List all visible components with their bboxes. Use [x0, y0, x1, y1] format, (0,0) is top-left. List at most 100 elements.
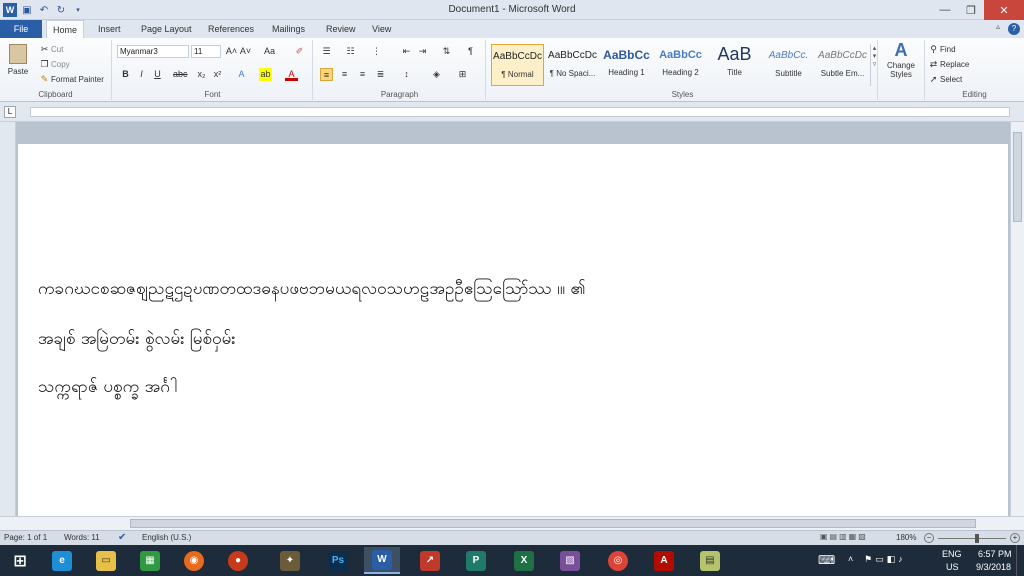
justify-icon[interactable]: ≣: [374, 68, 387, 81]
clock-date[interactable]: 9/3/2018: [976, 562, 1011, 576]
tray-expand-icon[interactable]: ˄: [848, 554, 853, 576]
italic-icon[interactable]: I: [135, 68, 148, 81]
horizontal-scrollbar[interactable]: [0, 516, 1024, 530]
style-title[interactable]: AaB Title: [708, 44, 761, 86]
photoshop-icon[interactable]: Ps: [320, 547, 356, 574]
sort-icon[interactable]: ⇅: [440, 45, 453, 58]
decrease-indent-icon[interactable]: ⇤: [400, 45, 413, 58]
subscript-icon[interactable]: x₂: [195, 68, 208, 81]
strikethrough-icon[interactable]: abc: [173, 68, 188, 81]
font-size-select[interactable]: 11: [191, 45, 221, 58]
horizontal-scroll-thumb[interactable]: [130, 519, 976, 528]
copy-button[interactable]: ❐ Copy: [38, 58, 69, 71]
change-styles-button[interactable]: A Change Styles: [880, 40, 922, 90]
find-button[interactable]: ⚲ Find: [927, 43, 955, 56]
acrobat-icon[interactable]: A: [646, 547, 682, 574]
shrink-font-icon[interactable]: A˅: [239, 45, 252, 58]
paste-button[interactable]: Paste: [4, 42, 32, 84]
style-subtitle[interactable]: AaBbCc. Subtitle: [762, 44, 815, 86]
store-icon[interactable]: ▦: [132, 547, 168, 574]
close-icon[interactable]: ✕: [984, 0, 1024, 20]
shading-icon[interactable]: ◈: [430, 68, 443, 81]
tab-mailings[interactable]: Mailings: [266, 20, 311, 38]
notes-app-icon[interactable]: ▤: [692, 547, 728, 574]
style-subtle-emphasis[interactable]: AaBbCcDc Subtle Em...: [816, 44, 869, 86]
windows-start-icon[interactable]: ⊞: [2, 547, 38, 574]
align-left-icon[interactable]: ≡: [320, 68, 333, 81]
show-desktop-button[interactable]: [1016, 545, 1024, 576]
document-line[interactable]: သက္ကရာဇ် ပစ္စက္ခ အင်္ဂါ: [38, 376, 177, 401]
zoom-out-icon[interactable]: −: [924, 533, 934, 543]
minimize-icon[interactable]: —: [932, 0, 958, 20]
media-player-icon[interactable]: ●: [220, 547, 256, 574]
tray-icons[interactable]: ⚑▭◧♪: [864, 554, 906, 576]
style-normal[interactable]: AaBbCcDc ¶ Normal: [491, 44, 544, 86]
tab-references[interactable]: References: [202, 20, 260, 38]
minimize-ribbon-icon[interactable]: ▵: [992, 22, 1004, 36]
tab-view[interactable]: View: [366, 20, 397, 38]
vertical-scrollbar[interactable]: [1010, 122, 1024, 530]
ruler-bar[interactable]: [30, 107, 1010, 117]
font-color-icon[interactable]: A: [285, 68, 298, 81]
align-right-icon[interactable]: ≡: [356, 68, 369, 81]
style-heading-1[interactable]: AaBbCc Heading 1: [600, 44, 653, 86]
superscript-icon[interactable]: x²: [211, 68, 224, 81]
view-buttons-icon[interactable]: ▣▤▥▦▧: [820, 532, 886, 544]
tab-home[interactable]: Home: [46, 20, 85, 38]
publisher-icon[interactable]: P: [458, 547, 494, 574]
underline-icon[interactable]: U: [151, 68, 164, 81]
grow-font-icon[interactable]: A˄: [225, 45, 238, 58]
highlight-icon[interactable]: ab: [259, 68, 272, 81]
change-case-icon[interactable]: Aa: [263, 45, 276, 58]
app-icon[interactable]: ✦: [272, 547, 308, 574]
page-count[interactable]: Page: 1 of 1: [4, 533, 47, 542]
bold-icon[interactable]: B: [119, 68, 132, 81]
replace-button[interactable]: ⇄ Replace: [927, 58, 970, 71]
tab-review[interactable]: Review: [320, 20, 362, 38]
chart-app-icon[interactable]: ↗: [412, 547, 448, 574]
word-count[interactable]: Words: 11: [64, 533, 100, 542]
firefox-icon[interactable]: ◉: [176, 547, 212, 574]
zoom-in-icon[interactable]: +: [1010, 533, 1020, 543]
file-explorer-icon[interactable]: ▭: [88, 547, 124, 574]
zoom-level[interactable]: 180%: [896, 533, 916, 542]
clear-formatting-icon[interactable]: ✐: [293, 45, 306, 58]
proofing-icon[interactable]: ✔: [118, 532, 126, 543]
chrome-icon[interactable]: ◎: [600, 547, 636, 574]
tab-insert[interactable]: Insert: [92, 20, 127, 38]
borders-icon[interactable]: ⊞: [456, 68, 469, 81]
tab-file[interactable]: File: [0, 20, 42, 38]
zoom-slider-thumb[interactable]: [975, 534, 979, 543]
document-line[interactable]: အချစ် အမြဲတမ်း စွဲလမ်း မြစ်ဝှမ်း: [38, 328, 236, 353]
increase-indent-icon[interactable]: ⇥: [416, 45, 429, 58]
language-indicator[interactable]: English (U.S.): [142, 533, 191, 542]
word-taskbar-icon[interactable]: W: [364, 547, 400, 574]
internet-explorer-icon[interactable]: e: [44, 547, 80, 574]
vertical-scroll-thumb[interactable]: [1013, 132, 1022, 222]
format-painter-button[interactable]: ✎ Format Painter: [38, 73, 104, 86]
font-name-select[interactable]: Myanmar3: [117, 45, 189, 58]
cut-button[interactable]: ✂ Cut: [38, 43, 64, 56]
bullets-icon[interactable]: ☰: [320, 45, 333, 58]
tab-selector-icon[interactable]: L: [4, 106, 16, 118]
numbering-icon[interactable]: ☷: [344, 45, 357, 58]
styles-scroll-icon[interactable]: ▴ ▾ ▿: [870, 44, 878, 86]
document-line[interactable]: ကခဂဃငစဆဇဈညဋဌဍဎဏတထဒဓနပဖဗဘမယရလဝသဟဠအဥဦဧဩဪဿ …: [38, 278, 586, 303]
tab-page-layout[interactable]: Page Layout: [135, 20, 198, 38]
multilevel-list-icon[interactable]: ⋮: [370, 45, 383, 58]
help-icon[interactable]: ?: [1008, 23, 1020, 35]
line-spacing-icon[interactable]: ↕: [400, 68, 413, 81]
select-button[interactable]: ➚ Select: [927, 73, 963, 86]
restore-icon[interactable]: ❐: [958, 0, 984, 20]
document-page[interactable]: ကခဂဃငစဆဇဈညဋဌဍဎဏတထဒဓနပဖဗဘမယရလဝသဟဠအဥဦဧဩဪဿ …: [18, 144, 1008, 530]
input-region[interactable]: US: [946, 562, 959, 576]
text-effects-icon[interactable]: A: [235, 68, 248, 81]
align-center-icon[interactable]: ≡: [338, 68, 351, 81]
excel-icon[interactable]: X: [506, 547, 542, 574]
zoom-slider[interactable]: [938, 538, 1006, 539]
style-no-spacing[interactable]: AaBbCcDc ¶ No Spaci...: [546, 44, 599, 86]
image-app-icon[interactable]: ▧: [552, 547, 588, 574]
keyboard-icon[interactable]: ⌨: [818, 553, 835, 576]
show-marks-icon[interactable]: ¶: [464, 45, 477, 58]
style-heading-2[interactable]: AaBbCc Heading 2: [654, 44, 707, 86]
